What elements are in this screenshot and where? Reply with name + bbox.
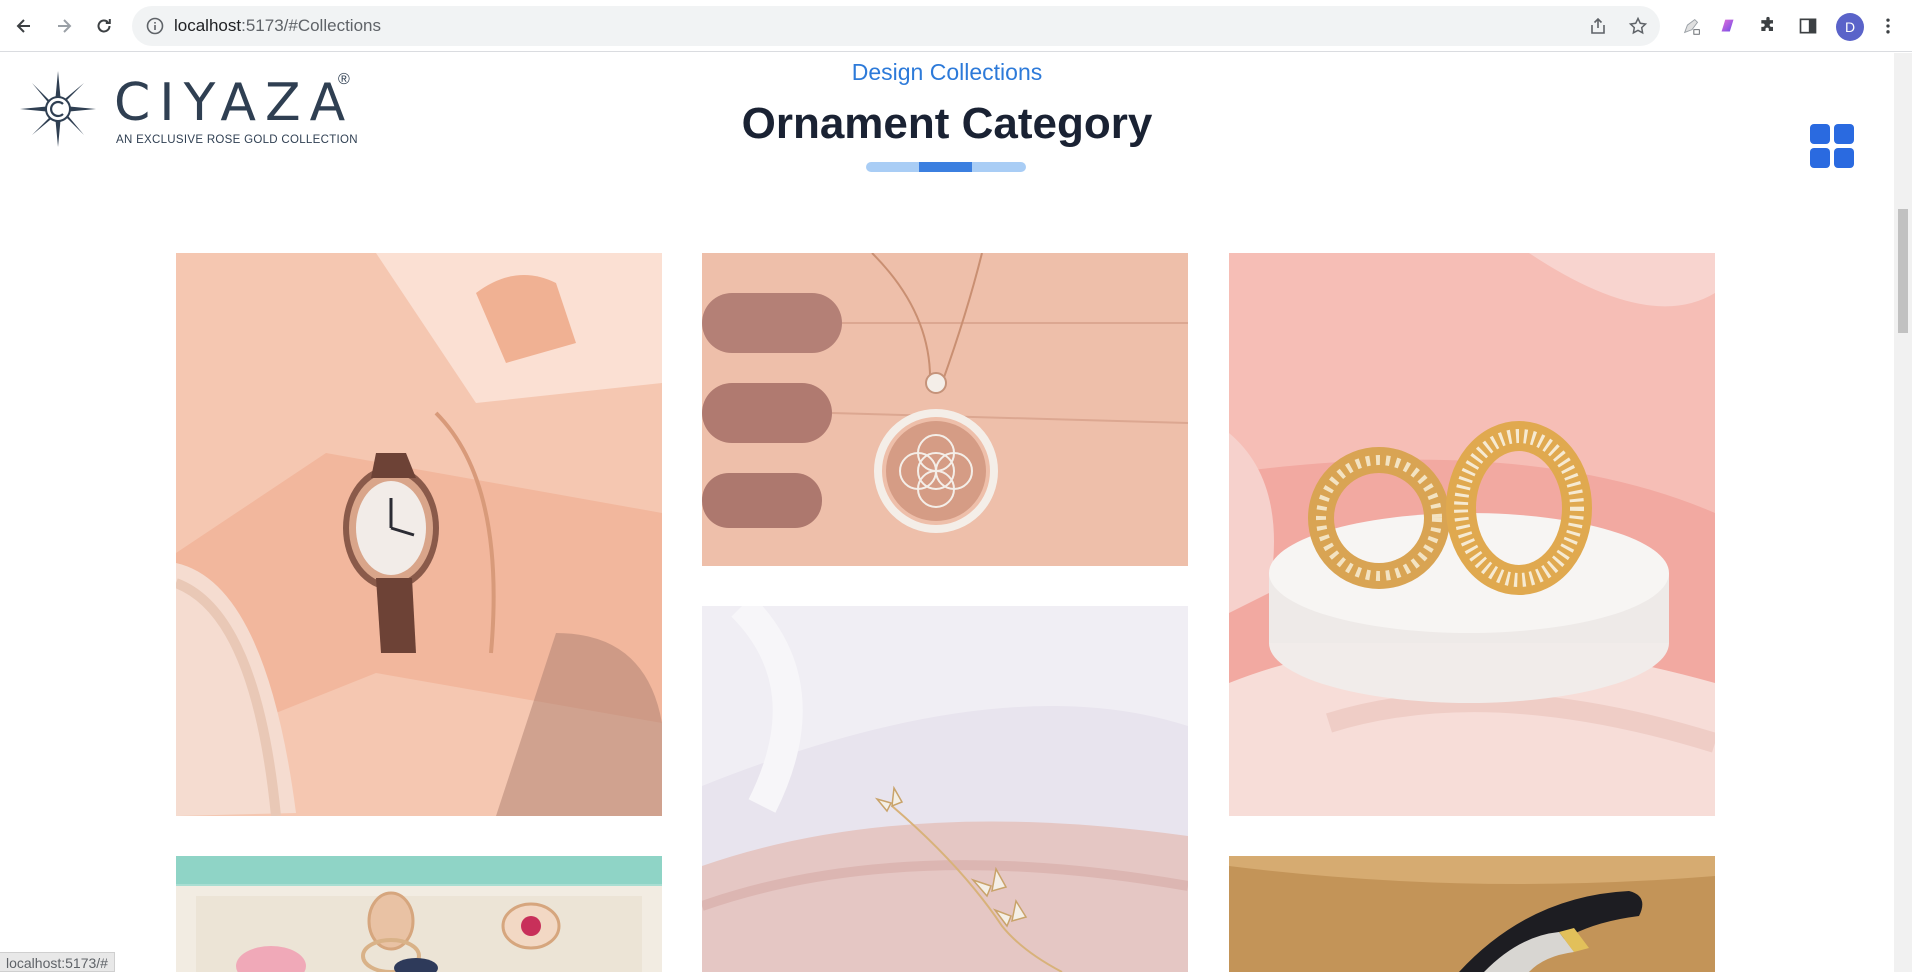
- extensions-puzzle-icon[interactable]: [1756, 14, 1780, 38]
- browser-toolbar: localhost:5173/#Collections D: [0, 0, 1912, 52]
- forward-arrow-icon[interactable]: [50, 12, 78, 40]
- scrollbar-thumb[interactable]: [1898, 209, 1908, 333]
- side-panel-icon[interactable]: [1796, 14, 1820, 38]
- gallery-item-earrings[interactable]: [1229, 253, 1715, 816]
- profile-avatar[interactable]: D: [1836, 13, 1864, 41]
- extension-gradient-icon[interactable]: [1716, 14, 1740, 38]
- page-viewport: CIYAZA ® AN EXCLUSIVE ROSE GOLD COLLECTI…: [0, 53, 1894, 972]
- status-bar-url: localhost:5173/#: [0, 952, 115, 972]
- site-info-icon[interactable]: [146, 17, 164, 35]
- gallery-item-bracelet[interactable]: [702, 606, 1188, 972]
- section-eyebrow: Design Collections: [851, 59, 1043, 85]
- share-icon[interactable]: [1588, 16, 1608, 36]
- gallery-item-pendant[interactable]: [702, 253, 1188, 566]
- extension-pen-icon[interactable]: [1680, 14, 1704, 38]
- page-scrollbar[interactable]: [1894, 53, 1912, 972]
- reload-icon[interactable]: [90, 12, 118, 40]
- grid-view-icon[interactable]: [1810, 124, 1855, 169]
- bookmark-star-icon[interactable]: [1628, 16, 1648, 36]
- address-bar[interactable]: localhost:5173/#Collections: [132, 6, 1660, 46]
- back-arrow-icon[interactable]: [10, 12, 38, 40]
- url-text: localhost:5173/#Collections: [174, 16, 381, 35]
- gallery-item-rings[interactable]: [176, 856, 662, 972]
- gallery-item-watch[interactable]: [176, 253, 662, 816]
- title-underline-decoration: [866, 162, 1026, 172]
- browser-menu-icon[interactable]: [1876, 14, 1900, 38]
- gallery-item-band-bracelet[interactable]: [1229, 856, 1715, 972]
- section-title: Ornament Category: [741, 99, 1153, 148]
